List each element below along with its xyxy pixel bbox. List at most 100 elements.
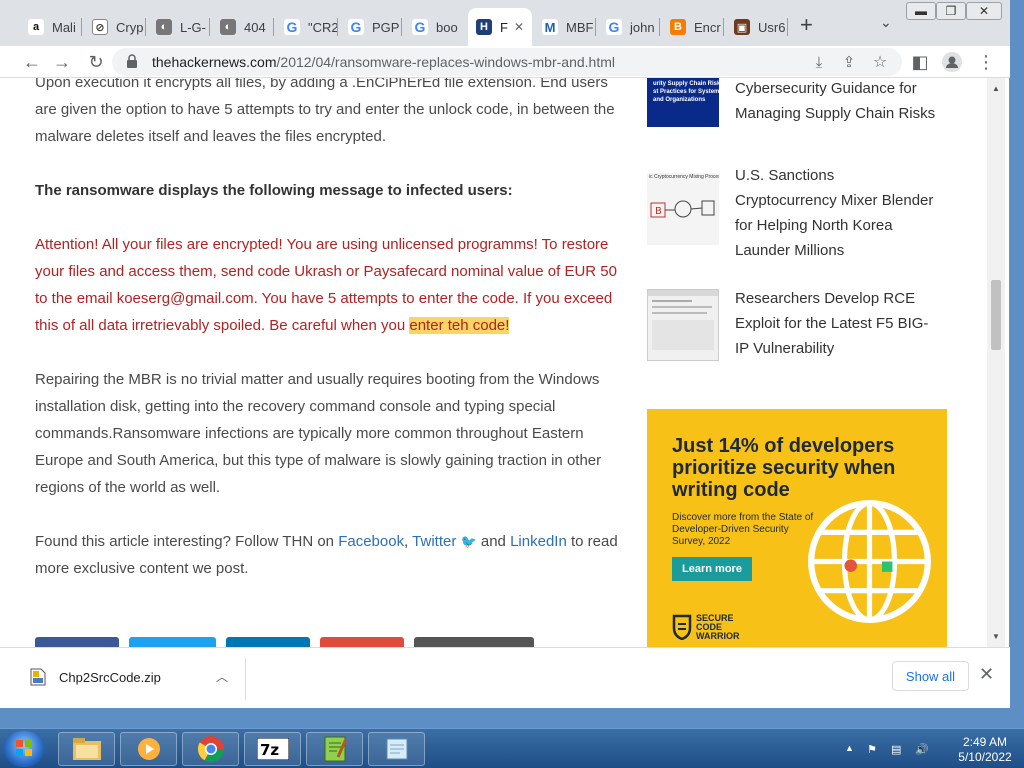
start-button[interactable] [4, 731, 44, 767]
thn-icon: H [476, 19, 492, 35]
clock-time: 2:49 AM [962, 735, 1008, 749]
maximize-button[interactable]: ❐ [936, 2, 966, 20]
file-explorer-icon[interactable] [58, 732, 115, 766]
ad-headline: Just 14% of developers prioritize securi… [672, 435, 896, 501]
side-panel-icon[interactable]: ◧ [908, 50, 932, 74]
system-tray: ▲ ⚑ ▤ 🔊 2:49 AM 5/10/2022 [845, 733, 1024, 767]
media-player-icon[interactable] [120, 732, 177, 766]
linkedin-link[interactable]: LinkedIn [510, 533, 567, 550]
google-icon: G [348, 19, 364, 35]
install-icon[interactable]: ⤓ [807, 50, 831, 74]
tab-12[interactable]: ▣ Usr6 [726, 8, 788, 46]
minimize-button[interactable]: ▬ [906, 2, 936, 20]
amazon-icon: a [28, 19, 44, 35]
action-center-icon[interactable]: ⚑ [867, 743, 881, 757]
scroll-down-arrow-icon[interactable]: ▼ [987, 632, 1005, 641]
tab-label: boo [436, 19, 458, 35]
paragraph: Upon execution it encrypts all files, by… [35, 78, 615, 145]
tab-3[interactable]: ◐ L-G- [148, 8, 210, 46]
web-page: Upon execution it encrypts all files, by… [0, 78, 1008, 647]
svg-text:7z: 7z [260, 741, 279, 759]
sidebar-item[interactable]: ic Cryptocurrency Mixing Process B U.S. … [647, 167, 947, 268]
notepad-plus-plus-icon[interactable] [306, 732, 363, 766]
tab-2[interactable]: ⊘ Cryp [84, 8, 146, 46]
share-twitter-button[interactable] [129, 637, 216, 647]
tab-label: F [500, 19, 508, 35]
notepad-icon[interactable] [368, 732, 425, 766]
tab-8-active[interactable]: H F ✕ [468, 8, 532, 46]
back-icon[interactable]: ← [20, 50, 44, 74]
tab-5[interactable]: G "CR2 [276, 8, 338, 46]
tab-label: Cryp [116, 19, 144, 35]
tab-4[interactable]: ◐ 404 [212, 8, 274, 46]
tab-6[interactable]: G PGP [340, 8, 402, 46]
tab-9[interactable]: M MBF [534, 8, 596, 46]
advertisement[interactable]: Just 14% of developers prioritize securi… [647, 409, 947, 647]
tab-search-icon[interactable]: ⌄ [880, 14, 892, 31]
globe-icon: ◐ [156, 19, 172, 35]
follow-paragraph: Found this article interesting? Follow T… [35, 533, 618, 577]
sidebar-item[interactable]: Researchers Develop RCE Exploit for the … [647, 289, 947, 379]
bookmark-star-icon[interactable]: ☆ [868, 50, 892, 74]
google-icon: G [284, 19, 300, 35]
article-thumbnail: ic Cryptocurrency Mixing Process B [647, 173, 719, 245]
clock-date: 5/10/2022 [958, 750, 1012, 764]
tab-label: john [630, 19, 655, 35]
share-reddit-button[interactable] [320, 637, 404, 647]
tag-icon: ⊘ [92, 19, 108, 35]
share-email-button[interactable] [414, 637, 534, 647]
close-tab-icon[interactable]: ✕ [514, 20, 524, 34]
tab-7[interactable]: G boo [404, 8, 466, 46]
twitter-link[interactable]: Twitter [412, 533, 456, 550]
show-all-downloads-button[interactable]: Show all [892, 661, 969, 691]
close-download-bar-icon[interactable]: ✕ [979, 664, 994, 685]
sidebar-item-title[interactable]: Cybersecurity Guidance for Managing Supp… [735, 78, 940, 126]
tab-10[interactable]: G john [598, 8, 660, 46]
sidebar-item-title[interactable]: U.S. Sanctions Cryptocurrency Mixer Blen… [735, 163, 940, 263]
article-body: Upon execution it encrypts all files, by… [35, 78, 625, 609]
paragraph-bold: The ransomware displays the following me… [35, 182, 513, 199]
page-scrollbar[interactable]: ▲ ▼ [987, 78, 1005, 647]
7zip-icon[interactable]: 7z [244, 732, 301, 766]
browser-toolbar: ← → ↻ thehackernews.com/2012/04/ransomwa… [0, 46, 1010, 78]
download-item[interactable]: Chp2SrcCode.zip ︿ [30, 666, 240, 690]
tab-label: MBF [566, 19, 594, 35]
facebook-link[interactable]: Facebook [338, 533, 404, 550]
download-filename: Chp2SrcCode.zip [59, 670, 161, 685]
new-tab-button[interactable]: + [800, 14, 813, 36]
scroll-up-arrow-icon[interactable]: ▲ [987, 84, 1005, 93]
reload-icon[interactable]: ↻ [84, 50, 108, 74]
sidebar-item[interactable]: urity Supply Chain Risk st Practices for… [647, 78, 947, 158]
url-path: /2012/04/ransomware-replaces-windows-mbr… [276, 54, 615, 70]
url-host: thehackernews.com [152, 54, 277, 70]
chrome-icon[interactable] [182, 732, 239, 766]
tab-11[interactable]: B Encr [662, 8, 724, 46]
tab-1[interactable]: a Mali [20, 8, 82, 46]
paragraph: Repairing the MBR is no trivial matter a… [35, 371, 602, 496]
network-icon[interactable]: ▤ [891, 743, 905, 757]
tab-strip: a Mali ⊘ Cryp ◐ L-G- ◐ 404 G "CR2 G PGP [0, 0, 1010, 46]
sidebar-item-title[interactable]: Researchers Develop RCE Exploit for the … [735, 286, 940, 361]
download-bar: Chp2SrcCode.zip ︿ Show all ✕ [0, 647, 1010, 708]
tab-label: PGP [372, 19, 400, 35]
share-facebook-button[interactable] [35, 637, 119, 647]
ad-subtitle: Discover more from the State of Develope… [672, 512, 814, 547]
share-icon[interactable]: ⇪ [837, 50, 861, 74]
chevron-up-icon[interactable]: ︿ [216, 668, 228, 685]
ad-learn-more-button[interactable]: Learn more [672, 557, 752, 581]
share-linkedin-button[interactable] [226, 637, 310, 647]
close-window-button[interactable]: ✕ [966, 2, 1002, 20]
google-icon: G [412, 19, 428, 35]
clock[interactable]: 2:49 AM 5/10/2022 [945, 735, 1024, 765]
show-hidden-icons-icon[interactable]: ▲ [845, 743, 859, 757]
twitter-bird-icon: 🐦 [460, 534, 477, 549]
volume-icon[interactable]: 🔊 [915, 743, 929, 757]
ransom-text: Attention! All your files are encrypted!… [35, 236, 617, 334]
profile-icon[interactable] [940, 50, 964, 74]
address-bar[interactable]: thehackernews.com/2012/04/ransomware-rep… [112, 48, 902, 76]
scrollbar-thumb[interactable] [991, 280, 1001, 350]
tab-label: "CR2 [308, 19, 338, 35]
url-text: thehackernews.com/2012/04/ransomware-rep… [152, 54, 615, 70]
forward-icon[interactable]: → [50, 50, 74, 74]
menu-icon[interactable]: ⋮ [974, 50, 998, 74]
